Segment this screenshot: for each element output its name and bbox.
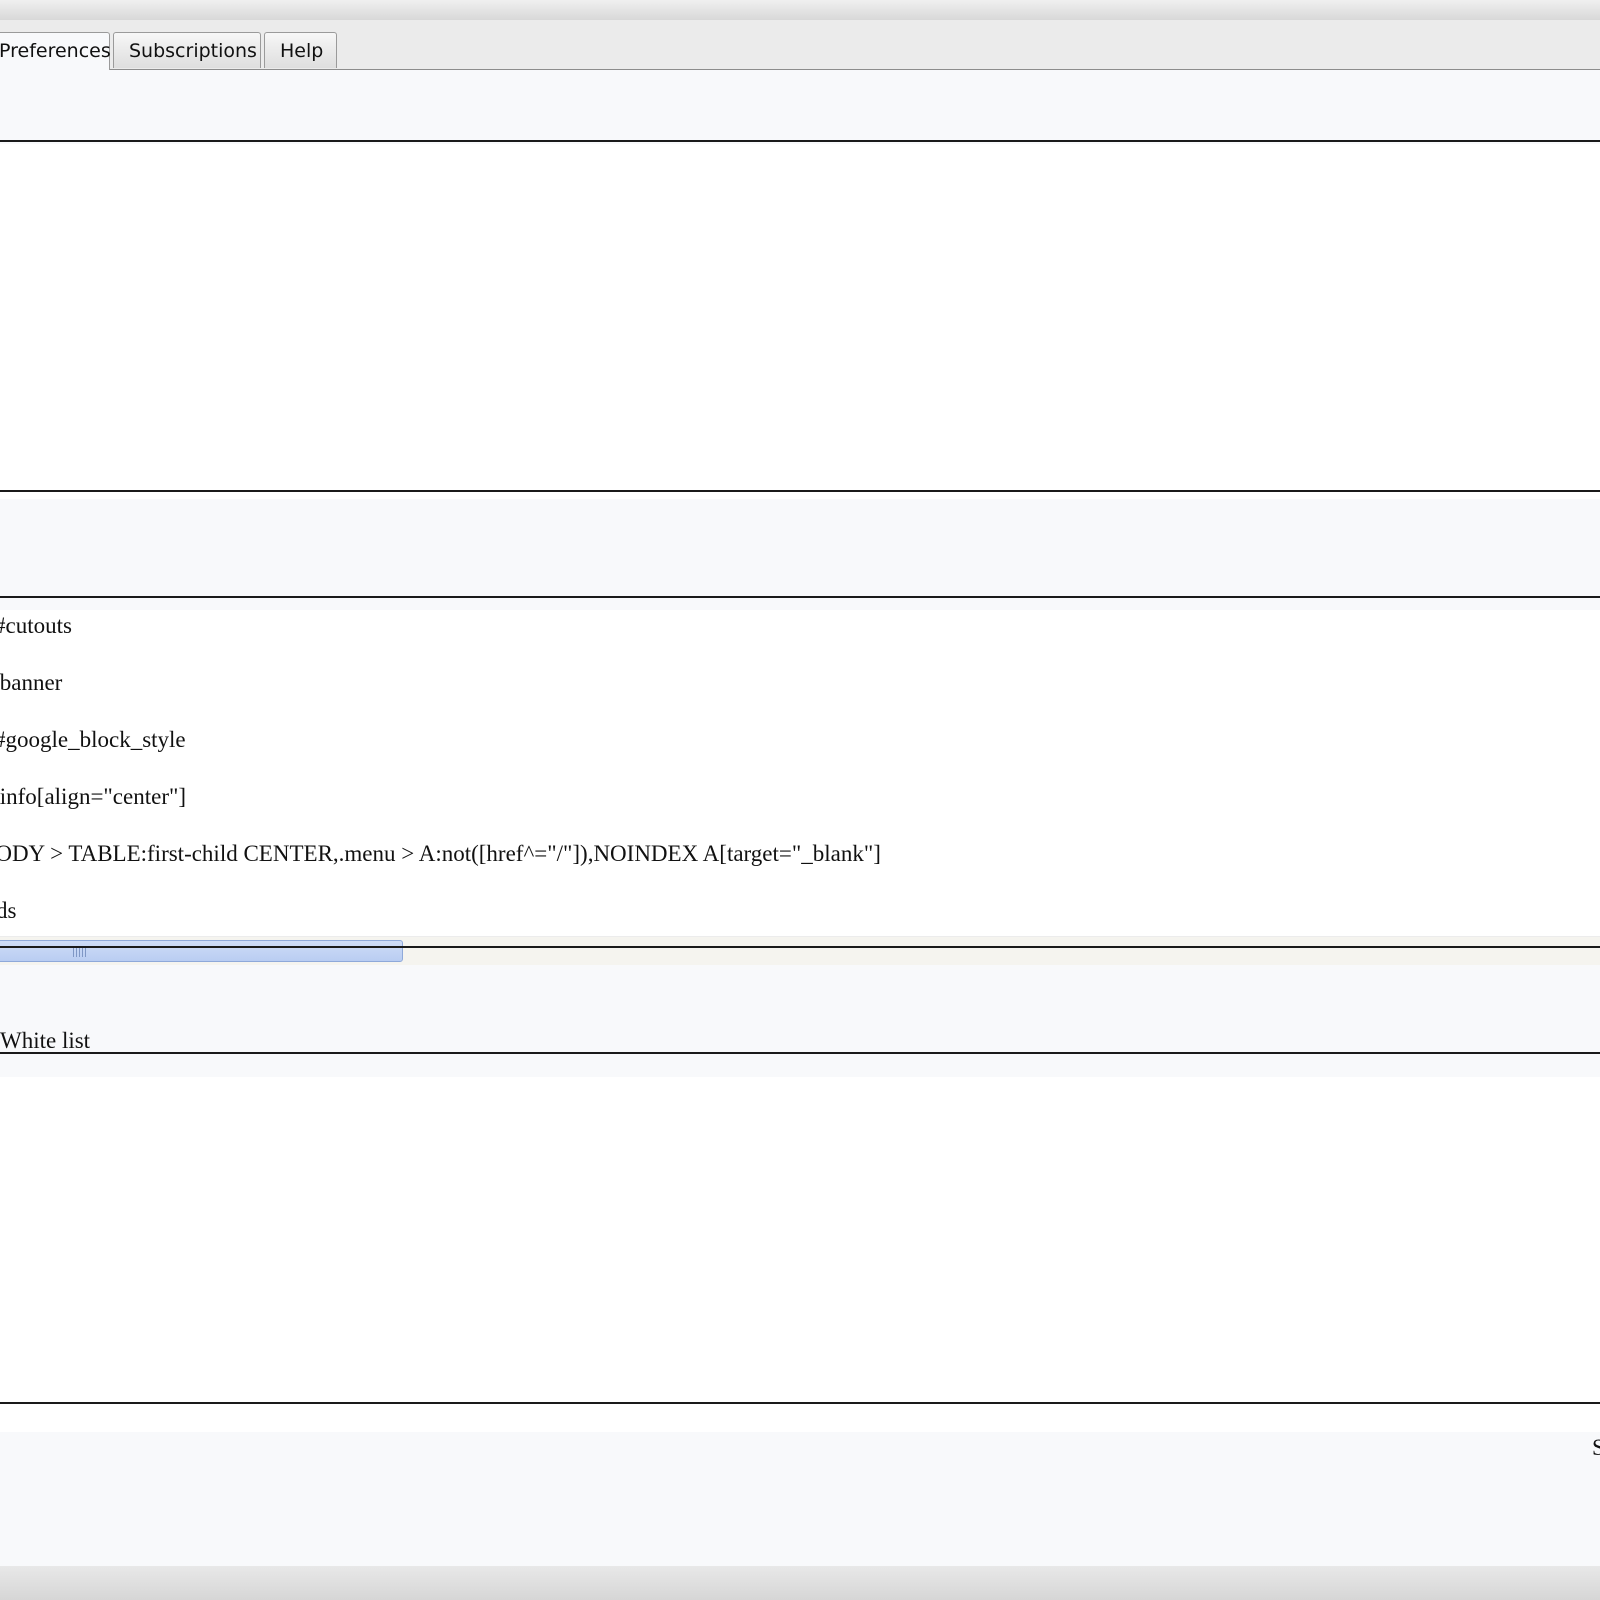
white-list-label: White list (0, 1028, 91, 1053)
list-item[interactable]: #cutouts (0, 612, 72, 640)
divider (0, 596, 1600, 598)
divider (0, 1402, 1600, 1404)
tab-strip: Preferences Subscriptions Help (0, 20, 1600, 70)
window-top-bar (0, 0, 1600, 21)
scrollbar-thumb[interactable] (0, 940, 403, 962)
list-item[interactable]: .info[align="center"] (0, 783, 186, 811)
divider (0, 140, 1600, 142)
tab-subscriptions[interactable]: Subscriptions (113, 32, 261, 68)
rules-list-box[interactable]: #cutouts .banner #google_block_style .in… (0, 610, 1600, 962)
divider (0, 490, 1600, 492)
divider (0, 1052, 1600, 1054)
tab-preferences[interactable]: Preferences (0, 32, 111, 70)
list-item[interactable]: BODY > TABLE:first-child CENTER,.menu > … (0, 840, 881, 868)
white-list-box[interactable] (0, 1077, 1600, 1432)
options-window: Preferences Subscriptions Help #cutouts … (0, 0, 1600, 1600)
top-list-box[interactable] (0, 144, 1600, 499)
list-item[interactable]: .ads (0, 897, 16, 925)
footer-partial-text: S (1592, 1435, 1600, 1460)
preferences-panel: #cutouts .banner #google_block_style .in… (0, 69, 1600, 1567)
tab-help[interactable]: Help (264, 32, 337, 68)
window-bottom-bar (0, 1566, 1600, 1600)
list-item[interactable]: .banner (0, 669, 62, 697)
horizontal-scrollbar[interactable] (0, 936, 1600, 965)
list-item[interactable]: #google_block_style (0, 726, 186, 754)
divider (0, 946, 1600, 948)
